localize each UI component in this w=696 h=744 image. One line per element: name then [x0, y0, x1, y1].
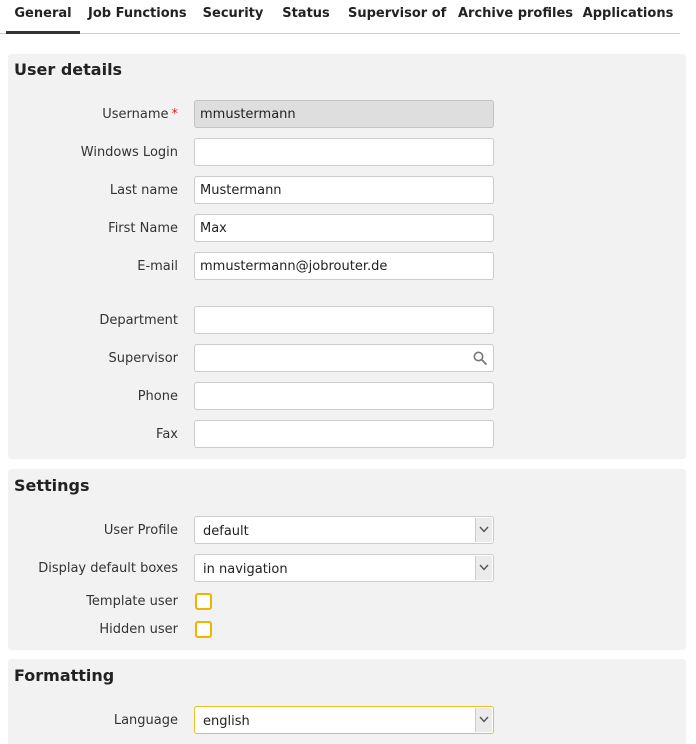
template-user-checkbox[interactable]: [195, 593, 212, 610]
phone-input[interactable]: [195, 383, 493, 409]
tab-applications[interactable]: Applications: [582, 0, 674, 34]
email-input[interactable]: [195, 253, 493, 279]
phone-label: Phone: [137, 389, 178, 404]
supervisor-input[interactable]: [195, 345, 493, 371]
department-field[interactable]: [194, 306, 494, 334]
language-select[interactable]: english: [194, 706, 494, 734]
settings-title: Settings: [14, 476, 90, 495]
fax-field[interactable]: [194, 420, 494, 448]
phone-field[interactable]: [194, 382, 494, 410]
last-name-label: Last name: [109, 183, 178, 198]
first-name-input[interactable]: [195, 215, 493, 241]
username-input[interactable]: [195, 101, 493, 127]
tab-bar: General Job Functions Security Status Su…: [0, 0, 680, 34]
tab-supervisor-of[interactable]: Supervisor of: [348, 0, 446, 34]
chevron-down-icon[interactable]: [475, 708, 492, 732]
first-name-field[interactable]: [194, 214, 494, 242]
windows-login-input[interactable]: [195, 139, 493, 165]
template-user-label: Template user: [86, 594, 178, 609]
tab-status[interactable]: Status: [280, 0, 332, 34]
tab-general[interactable]: General: [6, 0, 80, 34]
department-input[interactable]: [195, 307, 493, 333]
user-details-panel: User details Username* Windows Login Las…: [8, 54, 686, 459]
windows-login-field[interactable]: [194, 138, 494, 166]
email-label: E-mail: [137, 259, 178, 274]
formatting-title: Formatting: [14, 666, 115, 685]
fax-label: Fax: [156, 427, 178, 442]
username-label: Username *: [102, 107, 178, 122]
formatting-panel: Formatting Language english: [8, 659, 686, 744]
supervisor-label: Supervisor: [108, 351, 178, 366]
settings-panel: Settings User Profile default Display de…: [8, 469, 686, 650]
username-field[interactable]: [194, 100, 494, 128]
display-default-boxes-label: Display default boxes: [38, 561, 178, 576]
supervisor-field[interactable]: [194, 344, 494, 372]
user-profile-label: User Profile: [103, 523, 178, 538]
chevron-down-icon[interactable]: [475, 518, 492, 542]
user-profile-value: default: [203, 524, 249, 539]
fax-input[interactable]: [195, 421, 493, 447]
last-name-field[interactable]: [194, 176, 494, 204]
hidden-user-label: Hidden user: [99, 622, 178, 637]
language-value: english: [203, 714, 250, 729]
required-mark: *: [171, 107, 179, 122]
windows-login-label: Windows Login: [80, 145, 178, 160]
hidden-user-checkbox[interactable]: [195, 621, 212, 638]
tab-security[interactable]: Security: [200, 0, 266, 34]
display-default-boxes-value: in navigation: [203, 562, 288, 577]
user-profile-select[interactable]: default: [194, 516, 494, 544]
email-field[interactable]: [194, 252, 494, 280]
user-details-title: User details: [14, 60, 123, 79]
department-label: Department: [99, 313, 178, 328]
search-icon[interactable]: [473, 351, 487, 365]
chevron-down-icon[interactable]: [475, 556, 492, 580]
tab-job-functions[interactable]: Job Functions: [88, 0, 187, 34]
tab-archive-profiles[interactable]: Archive profiles: [458, 0, 573, 34]
language-label: Language: [113, 713, 178, 728]
last-name-input[interactable]: [195, 177, 493, 203]
first-name-label: First Name: [108, 221, 178, 236]
username-label-text: Username: [102, 107, 169, 122]
display-default-boxes-select[interactable]: in navigation: [194, 554, 494, 582]
